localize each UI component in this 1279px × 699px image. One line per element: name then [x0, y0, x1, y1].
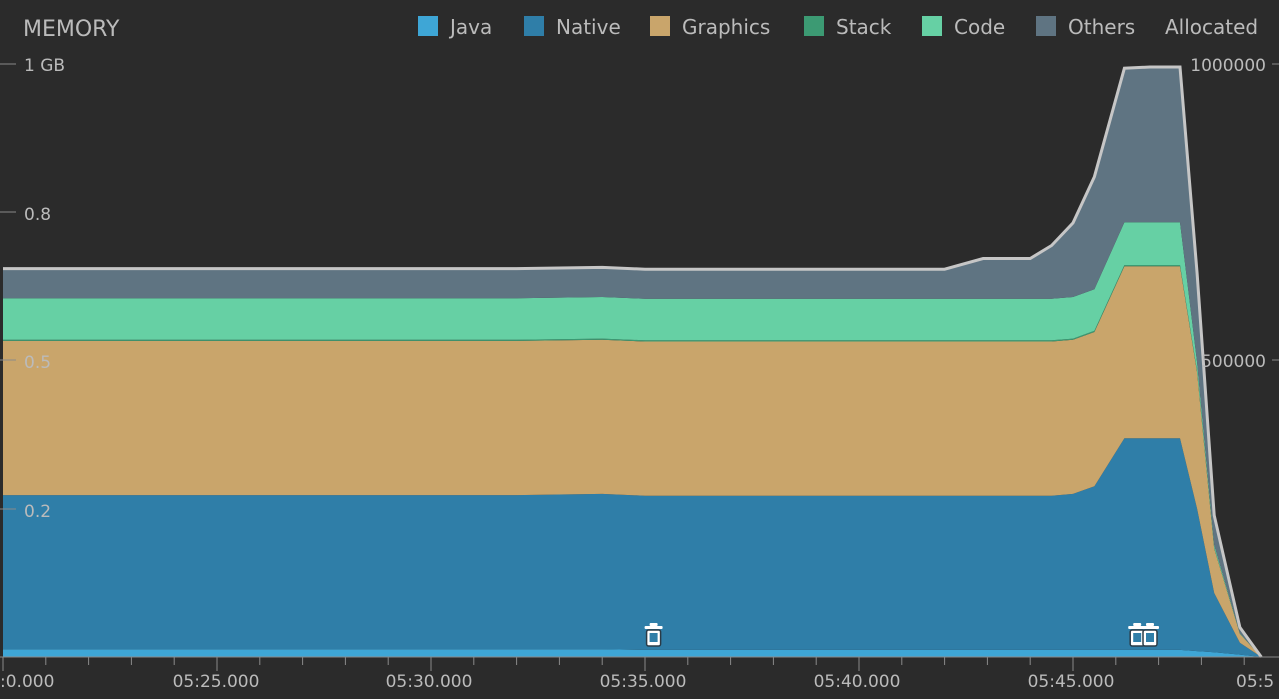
x-tick-label-2: 05:25.000: [173, 672, 260, 692]
left-tick-label-2: 0.8: [24, 205, 51, 225]
right-tick-label-2: 500000: [1201, 352, 1266, 372]
x-tick-label-5: 05:40.000: [814, 672, 901, 692]
legend-swatch-others: [1036, 16, 1056, 36]
x-tick-label-7: 05:5: [1236, 672, 1274, 692]
legend-swatch-code: [922, 16, 942, 36]
legend-label-allocated: Allocated: [1165, 15, 1258, 39]
x-tick-label-6: 05:45.000: [1028, 672, 1115, 692]
legend-swatch-native: [524, 16, 544, 36]
x-tick-label-3: 05:30.000: [386, 672, 473, 692]
legend-label-stack: Stack: [836, 15, 892, 39]
x-tick-label-1: :0.000: [0, 672, 54, 692]
legend-swatch-graphics: [650, 16, 670, 36]
legend-label-graphics: Graphics: [682, 15, 770, 39]
legend-label-code: Code: [954, 15, 1005, 39]
legend-swatch-stack: [804, 16, 824, 36]
gc-trash-icon[interactable]: [1141, 623, 1159, 647]
gc-trash-icon[interactable]: [644, 623, 663, 647]
legend-label-native: Native: [556, 15, 621, 39]
chart-title: MEMORY: [23, 17, 120, 42]
left-tick-label-4: 0.2: [24, 502, 51, 522]
legend-label-java: Java: [448, 15, 492, 39]
left-tick-label-1: 1 GB: [24, 56, 65, 76]
legend-label-others: Others: [1068, 15, 1135, 39]
right-tick-label-1: 1000000: [1190, 56, 1266, 76]
legend-swatch-java: [418, 16, 438, 36]
x-tick-label-4: 05:35.000: [600, 672, 687, 692]
memory-chart-panel: 1 GB 0.8 0.5 0.2 1000000 500000 :0.000 0…: [0, 0, 1279, 699]
area-java: [3, 649, 1262, 657]
left-tick-label-3: 0.5: [24, 353, 51, 373]
